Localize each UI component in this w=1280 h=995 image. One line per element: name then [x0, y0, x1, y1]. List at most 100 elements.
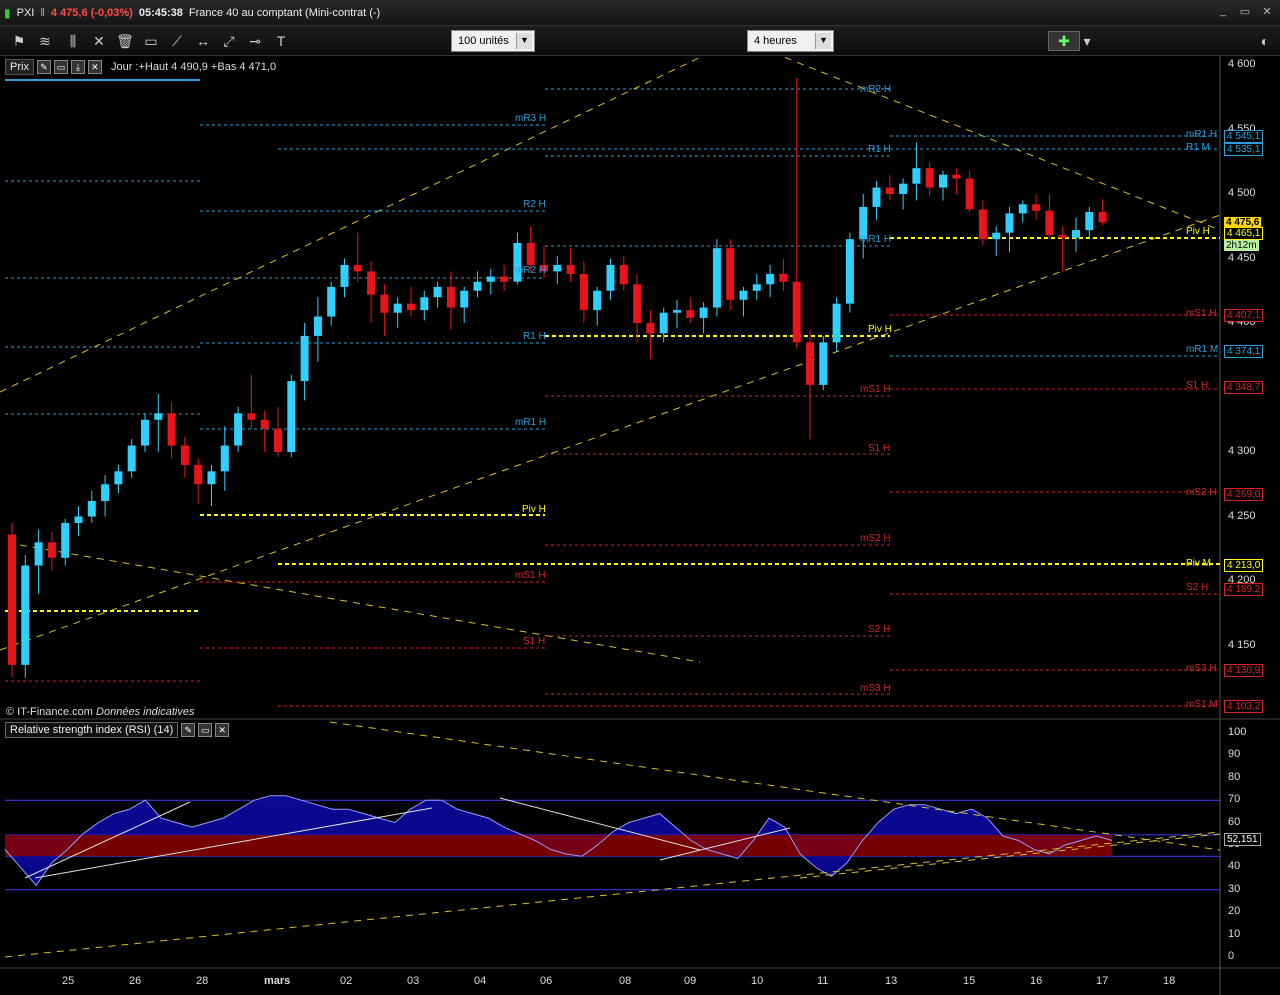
- maximize-icon[interactable]: ▭: [1238, 5, 1252, 18]
- units-select[interactable]: 100 unités ▼: [451, 30, 535, 52]
- rsi-tick-label: 90: [1228, 748, 1241, 761]
- trendline: [0, 56, 705, 393]
- units-select-value: 100 unités: [458, 35, 509, 47]
- candle-body: [912, 168, 921, 184]
- level-tag-label: Piv M: [1186, 558, 1211, 569]
- level-value-tag: 4 269,0: [1224, 488, 1264, 501]
- time-tick-label: 16: [1030, 975, 1043, 987]
- level-label: mR1 H: [515, 417, 547, 428]
- period-select[interactable]: 4 heures ▼: [747, 30, 834, 52]
- rsi-panel-label: Relative strength index (RSI) (14): [5, 722, 179, 738]
- line-tool-icon[interactable]: ⟋: [166, 31, 188, 51]
- quote-label: 4 475,6 (-0,03%): [50, 6, 133, 19]
- chevron-down-icon: ▼: [815, 33, 831, 49]
- candle-body: [526, 243, 535, 265]
- close-icon[interactable]: ✕: [215, 723, 230, 737]
- candle-body: [1005, 213, 1014, 233]
- price-tick-label: 4 500: [1228, 187, 1256, 199]
- time-tick-label: 13: [885, 975, 898, 987]
- chevron-down-icon[interactable]: ▾: [1080, 31, 1094, 51]
- candle-body: [180, 445, 189, 465]
- clock-label: 05:45:38: [138, 6, 183, 19]
- chevron-down-icon: ▼: [516, 33, 532, 49]
- candle-body: [34, 542, 43, 566]
- rsi-oversold-fill: [5, 834, 1112, 857]
- text-tool-icon[interactable]: T: [270, 31, 292, 51]
- settings-icon[interactable]: ✎: [181, 723, 196, 737]
- fibonacci-icon[interactable]: ≋: [34, 31, 56, 51]
- candle-body: [566, 264, 575, 274]
- day-range-info: Jour :+Haut 4 490,9 +Bas 4 471,0: [110, 61, 277, 73]
- grid-tool-icon[interactable]: ⫼: [62, 31, 84, 51]
- export-icon[interactable]: ⤓: [70, 60, 85, 74]
- candle-body: [686, 310, 695, 318]
- price-chart[interactable]: [0, 56, 1280, 995]
- close-icon[interactable]: ✕: [1260, 5, 1274, 18]
- info-icon[interactable]: ǁ: [40, 7, 45, 19]
- price-panel-header: Prix ✎ ▭ ⤓ ✕ Jour :+Haut 4 490,9 +Bas 4 …: [5, 58, 276, 76]
- candle-body: [1032, 204, 1041, 211]
- indicators-icon[interactable]: ✚: [1048, 31, 1080, 51]
- level-label: mR2 H: [515, 265, 547, 276]
- time-tick-label: mars: [264, 975, 291, 987]
- candle-body: [845, 239, 854, 304]
- candle-body: [340, 264, 349, 287]
- level-value-tag: 4 103,2: [1224, 700, 1264, 713]
- price-tick-label: 4 450: [1228, 251, 1256, 264]
- rectangle-tool-icon[interactable]: ▭: [140, 31, 162, 51]
- candle-body: [978, 209, 987, 240]
- candle-body: [646, 323, 655, 334]
- level-label: S1 H: [523, 636, 546, 647]
- candle-body: [992, 232, 1001, 240]
- alert-icon[interactable]: ⚑: [8, 31, 30, 51]
- candle-body: [274, 428, 282, 452]
- level-tag-label: mR1 M: [1186, 344, 1219, 355]
- level-value-tag: 4 545,1: [1224, 130, 1264, 143]
- minimize-icon[interactable]: _: [1216, 5, 1230, 18]
- candle-body: [407, 303, 415, 311]
- level-value-tag: 4 465,1: [1224, 227, 1264, 240]
- remove-icon[interactable]: ✕: [87, 60, 102, 74]
- time-tick-label: 17: [1096, 975, 1109, 987]
- chart-area[interactable]: [0, 56, 1280, 995]
- tools-icon[interactable]: ✕: [88, 31, 110, 51]
- horizontal-ray-icon[interactable]: ↔: [192, 31, 214, 51]
- window-icon[interactable]: ▭: [198, 723, 213, 737]
- time-tick-label: 04: [474, 975, 487, 987]
- level-label: mR1 H: [860, 234, 892, 245]
- level-label: R1 H: [868, 144, 891, 155]
- time-tick-label: 09: [684, 975, 697, 987]
- settings-icon[interactable]: ✎: [36, 60, 51, 74]
- candle-body: [74, 516, 83, 523]
- candle-body: [141, 419, 149, 446]
- candle-body: [899, 183, 908, 194]
- time-tick-label: 26: [129, 975, 142, 987]
- candle-body: [247, 413, 256, 420]
- candle-body: [712, 248, 721, 308]
- window-settings-icon[interactable]: ◐: [1254, 31, 1276, 51]
- level-label: S1 H: [868, 443, 891, 454]
- level-tag-label: R1 M: [1186, 142, 1210, 153]
- candle-body: [752, 284, 761, 291]
- candle-body: [61, 522, 70, 558]
- price-panel-label: Prix: [5, 59, 34, 75]
- trendline: [19, 544, 701, 663]
- candle-body: [593, 290, 602, 311]
- horizontal-line-icon[interactable]: ⊸: [244, 31, 266, 51]
- level-label: Piv H: [868, 324, 892, 335]
- trendline-tool-icon[interactable]: ⤢: [218, 31, 240, 51]
- candle-body: [460, 290, 469, 308]
- price-tick-label: 4 250: [1228, 509, 1256, 522]
- level-value-tag: 4 130,9: [1224, 664, 1264, 677]
- time-tick-label: 02: [340, 975, 353, 987]
- credit-note: Données indicatives: [96, 706, 195, 718]
- candle-body: [965, 178, 974, 210]
- level-value-tag: 4 189,2: [1224, 583, 1264, 596]
- candle-body: [699, 307, 708, 318]
- time-tick-label: 11: [817, 975, 829, 987]
- trash-icon[interactable]: 🗑: [114, 31, 136, 51]
- rsi-tick-label: 0: [1228, 950, 1235, 962]
- candle-body: [872, 187, 881, 207]
- window-icon[interactable]: ▭: [53, 60, 68, 74]
- price-tick-label: 4 600: [1228, 58, 1256, 70]
